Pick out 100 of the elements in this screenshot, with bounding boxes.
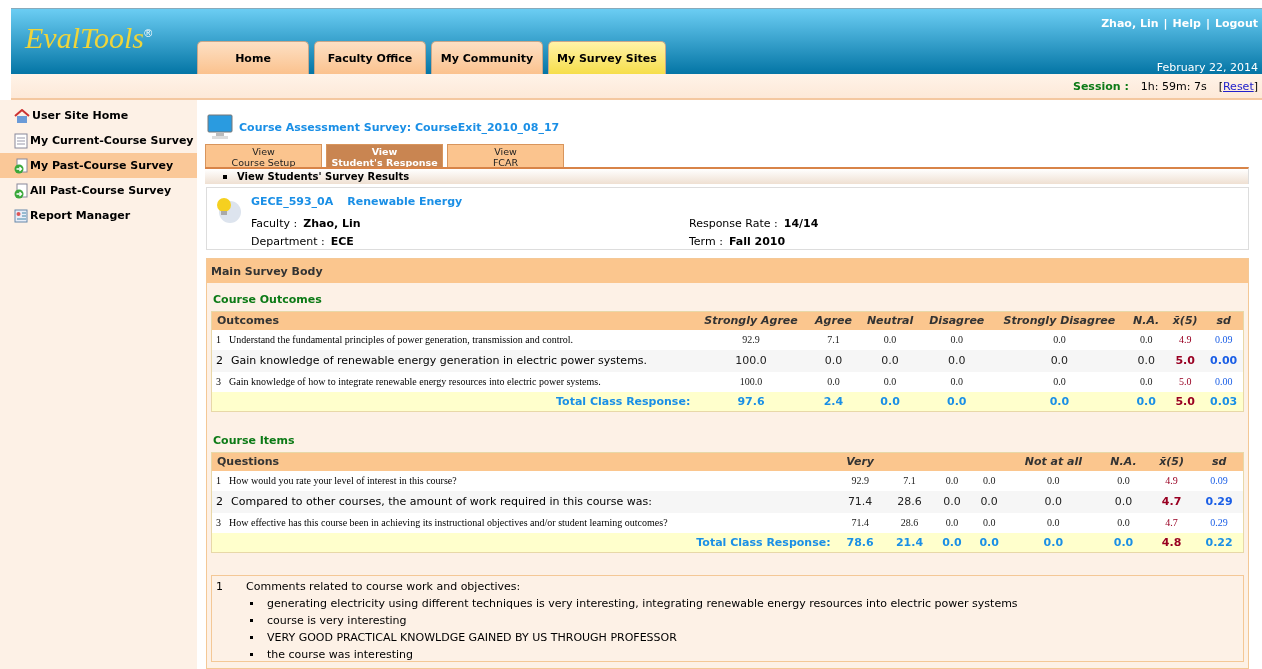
value-cell: 0.0 <box>992 349 1127 372</box>
total-cell: 5.0 <box>1166 391 1205 412</box>
subheading: View Students' Survey Results <box>237 171 410 182</box>
response-rate-field: Response Rate : 14/14 <box>689 216 1248 230</box>
session-label: Session : <box>1072 79 1129 93</box>
column-header: Neutral <box>859 311 922 330</box>
total-cell: 0.0 <box>1126 391 1167 412</box>
question-cell: 3 How effective has this course been in achieving its instructional objectives and/or student learning outcomes? <box>211 512 835 533</box>
bracket: [ <box>1218 79 1223 93</box>
column-header: Strongly Disagree <box>992 311 1127 330</box>
value-cell: 92.9 <box>694 329 808 350</box>
value-cell: 0.0 <box>1098 490 1149 513</box>
nav-tab[interactable]: My Community <box>431 41 543 74</box>
value-cell: 0.29 <box>1195 490 1244 513</box>
value-cell: 0.0 <box>1007 490 1099 513</box>
nav-tab[interactable]: Faculty Office <box>314 41 426 74</box>
separator: | <box>1205 17 1210 30</box>
value-cell: 0.0 <box>859 349 922 372</box>
total-label: Total Class Response: <box>211 532 835 553</box>
value-cell: 0.0 <box>933 512 971 533</box>
bullet-icon <box>223 174 227 179</box>
bracket: ] <box>1253 79 1258 93</box>
comment-heading: Comments related to course work and objectives: <box>246 580 522 593</box>
sidebar-item[interactable]: My Past-Course Survey <box>0 153 197 178</box>
separator: | <box>1163 17 1168 30</box>
value-cell: 0.09 <box>1195 470 1244 491</box>
value-cell: 0.0 <box>1007 512 1099 533</box>
total-cell: 97.6 <box>694 391 808 412</box>
value-cell: 71.4 <box>834 490 886 513</box>
value-cell: 0.0 <box>1126 371 1167 392</box>
value-cell: 0.00 <box>1204 371 1244 392</box>
view-tab[interactable]: View FCAR <box>447 144 564 167</box>
total-cell: 0.0 <box>859 391 922 412</box>
value-cell: 4.9 <box>1148 470 1196 491</box>
total-cell: 0.0 <box>921 391 993 412</box>
comment-number: 1 <box>216 580 224 593</box>
term-field: Term : Fall 2010 <box>689 234 1248 248</box>
value-cell: 7.1 <box>807 329 860 350</box>
sidebar-item[interactable]: My Current-Course Survey <box>0 128 197 153</box>
question-cell: 1 Understand the fundamental principles of power generation, transmission and control. <box>211 329 695 350</box>
comment-text: generating electricity using different techniques is very interesting, integrating renewable energy resources into electric power systems <box>267 597 1018 610</box>
bullet-icon <box>250 602 253 605</box>
nav-tab[interactable]: Home <box>197 41 309 74</box>
column-header: N.A. <box>1126 311 1167 330</box>
sidebar-item[interactable]: Report Manager <box>0 203 197 228</box>
value-cell: 0.0 <box>992 371 1127 392</box>
monitor-icon <box>207 114 233 140</box>
value-cell: 0.09 <box>1204 329 1244 350</box>
value-cell: 4.7 <box>1148 512 1196 533</box>
sidebar-item[interactable]: User Site Home <box>0 103 197 128</box>
value-cell: 28.6 <box>885 490 934 513</box>
total-cell: 0.0 <box>933 532 971 553</box>
question-cell: 2 Compared to other courses, the amount of work required in this course was: <box>211 490 835 513</box>
section-title: Course Items <box>212 433 296 449</box>
value-cell: 0.0 <box>921 349 993 372</box>
value-cell: 0.0 <box>807 371 860 392</box>
total-cell: 0.22 <box>1195 532 1244 553</box>
column-header: sd <box>1204 311 1244 330</box>
value-cell: 0.0 <box>1098 470 1149 491</box>
home-icon <box>14 108 30 123</box>
column-header: Disagree <box>921 311 993 330</box>
reset-link[interactable]: Reset <box>1222 79 1254 93</box>
department-field: Department : ECE <box>251 234 689 248</box>
sidebar-item[interactable]: All Past-Course Survey <box>0 178 197 203</box>
total-cell: 0.03 <box>1204 391 1244 412</box>
value-cell: 0.0 <box>859 371 922 392</box>
value-cell: 100.0 <box>694 371 808 392</box>
date-text: February 22, 2014 <box>1156 61 1258 74</box>
value-cell: 0.0 <box>921 371 993 392</box>
value-cell: 100.0 <box>694 349 808 372</box>
nav-tab[interactable]: My Survey Sites <box>548 41 666 74</box>
question-cell: 3 Gain knowledge of how to integrate renewable energy resources into electric power systems. <box>211 371 695 392</box>
comment-text: VERY GOOD PRACTICAL KNOWLDGE GAINED BY US THROUGH PROFESSOR <box>267 631 677 644</box>
column-header: Questions <box>211 452 835 471</box>
column-header: sd <box>1195 452 1244 471</box>
value-cell: 0.0 <box>1126 329 1167 350</box>
panel-title: Main Survey Body <box>207 259 1248 283</box>
value-cell: 0.0 <box>970 490 1008 513</box>
value-cell: 4.7 <box>1148 490 1196 513</box>
total-cell: 4.8 <box>1148 532 1196 553</box>
column-header: Strongly Agree <box>694 311 808 330</box>
value-cell: 0.0 <box>921 329 993 350</box>
value-cell: 0.0 <box>970 512 1008 533</box>
course-code: GECE_593_0A <box>251 194 334 208</box>
course-name: Renewable Energy <box>347 194 463 208</box>
value-cell: 0.0 <box>859 329 922 350</box>
value-cell: 7.1 <box>885 470 934 491</box>
session-time: 1h: 59m: 7s <box>1140 79 1207 93</box>
value-cell: 0.00 <box>1204 349 1244 372</box>
value-cell: 0.0 <box>807 349 860 372</box>
value-cell: 0.0 <box>970 470 1008 491</box>
total-label: Total Class Response: <box>211 391 695 412</box>
question-cell: 1 How would you rate your level of interest in this course? <box>211 470 835 491</box>
value-cell: 28.6 <box>885 512 934 533</box>
survey-title: Course Assessment Survey: CourseExit_2010_08_17 <box>239 120 560 134</box>
column-header: x̄(5) <box>1148 452 1196 471</box>
value-cell: 92.9 <box>834 470 886 491</box>
value-cell: 4.9 <box>1166 329 1205 350</box>
value-cell: 0.0 <box>992 329 1127 350</box>
view-tab[interactable]: View Course Setup <box>205 144 322 167</box>
